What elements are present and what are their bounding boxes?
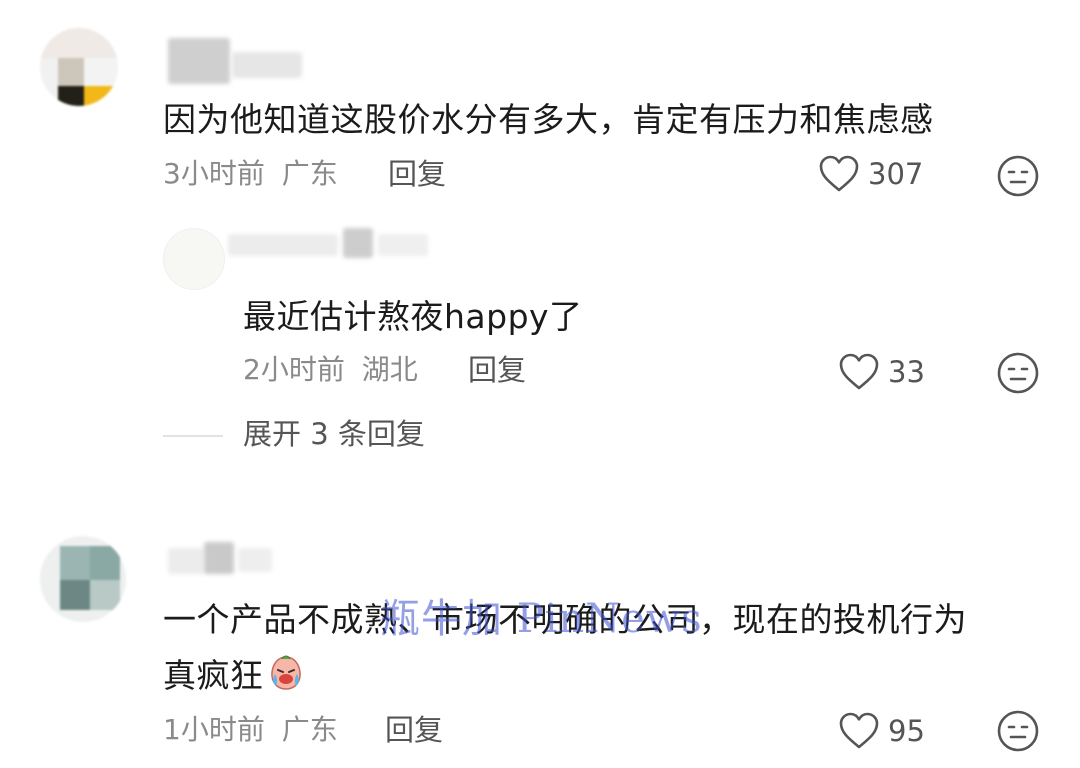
reply-username-blurred xyxy=(378,234,428,256)
comment-text: 真疯狂 xyxy=(163,656,264,695)
like-count: 33 xyxy=(888,355,925,389)
heart-outline-icon xyxy=(839,353,879,390)
like-count: 95 xyxy=(888,714,925,748)
heart-outline-icon xyxy=(839,712,879,749)
neutral-face-icon[interactable] xyxy=(996,154,1040,198)
crying-laughing-emoji-icon xyxy=(270,655,301,690)
reply-avatar[interactable] xyxy=(163,228,225,290)
username-blurred xyxy=(238,548,272,572)
neutral-face-icon[interactable] xyxy=(996,709,1040,753)
username-blurred xyxy=(204,542,234,574)
reply-button[interactable]: 回复 xyxy=(468,352,526,388)
avatar[interactable] xyxy=(40,28,118,106)
watermark: 瓶牛加 PinNews xyxy=(380,596,703,642)
comment-location: 广东 xyxy=(281,157,338,190)
reply-location: 湖北 xyxy=(361,353,418,386)
comment-meta: 1小时前 广东 xyxy=(163,712,338,748)
heart-outline-icon xyxy=(819,155,859,192)
reply-username-blurred xyxy=(343,228,373,258)
comment-text: 因为他知道这股价水分有多大，肯定有压力和焦虑感 xyxy=(163,100,934,139)
reply-text: 最近估计熬夜happy了 xyxy=(243,297,583,336)
reply-meta: 2小时前 湖北 xyxy=(243,352,418,388)
comment-time: 3小时前 xyxy=(163,157,265,190)
like-count: 307 xyxy=(868,157,924,191)
comment-meta: 3小时前 广东 xyxy=(163,156,338,192)
comment-text-line2: 真疯狂 xyxy=(163,652,306,700)
like-button[interactable]: 95 xyxy=(838,709,925,753)
neutral-face-icon[interactable] xyxy=(996,351,1040,395)
username-blurred[interactable] xyxy=(168,38,230,84)
username-blurred xyxy=(232,52,302,78)
comment-location: 广东 xyxy=(281,713,338,746)
comment-time: 1小时前 xyxy=(163,713,265,746)
avatar[interactable] xyxy=(40,536,126,622)
reply-button[interactable]: 回复 xyxy=(388,156,446,192)
expand-divider xyxy=(163,435,223,437)
expand-replies-button[interactable]: 展开 3 条回复 xyxy=(243,416,425,452)
like-button[interactable]: 307 xyxy=(818,152,923,196)
reply-username-blurred[interactable] xyxy=(228,234,338,256)
reply-button[interactable]: 回复 xyxy=(385,712,443,748)
username-blurred[interactable] xyxy=(168,548,204,574)
like-button[interactable]: 33 xyxy=(838,350,925,394)
reply-time: 2小时前 xyxy=(243,353,345,386)
